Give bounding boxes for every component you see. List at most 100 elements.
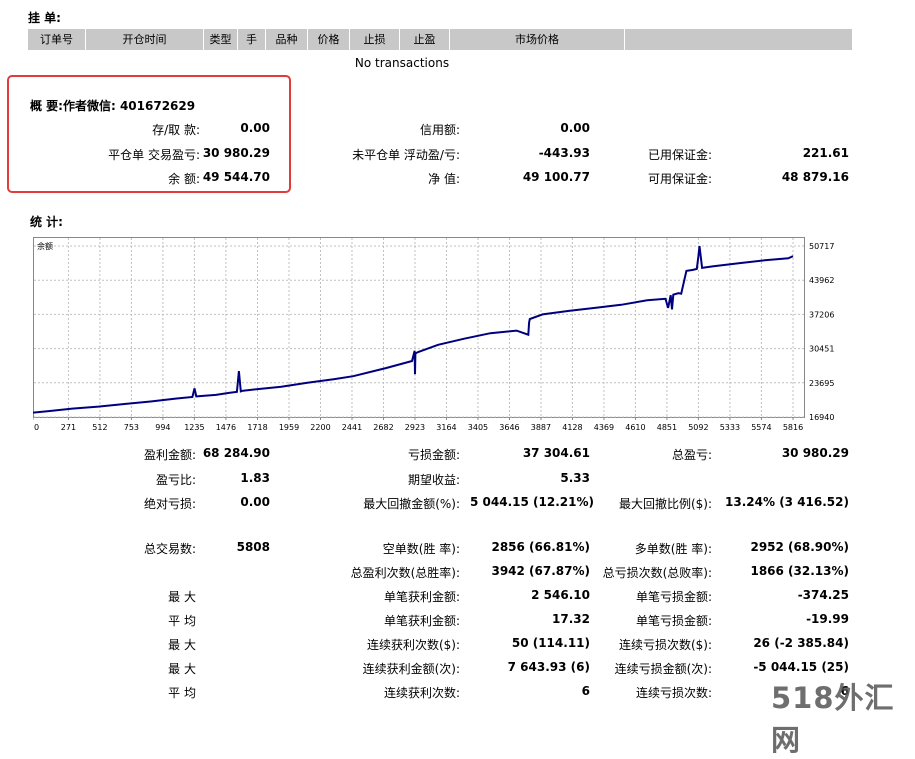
summary-label: 净 值: bbox=[428, 172, 460, 186]
y-tick-label: 50717 bbox=[809, 242, 834, 251]
stats-value: 37 304.61 bbox=[522, 446, 590, 460]
x-tick-label: 5574 bbox=[751, 423, 771, 432]
stats-label: 单笔亏损金额: bbox=[635, 614, 712, 628]
summary-label: 存/取 款: bbox=[152, 123, 200, 137]
stats-label: 总盈亏: bbox=[671, 448, 712, 462]
stats-value: 5 044.15 (12.21%) bbox=[470, 495, 594, 509]
stats-value: 68 284.90 bbox=[202, 446, 270, 460]
stats-value: 13.24% (3 416.52) bbox=[725, 495, 849, 509]
stats-label: 平 均 bbox=[168, 686, 196, 700]
x-tick-label: 4851 bbox=[657, 423, 677, 432]
x-tick-label: 2682 bbox=[373, 423, 393, 432]
summary-label: 余 额: bbox=[168, 172, 200, 186]
balance-chart: 余额 0 271 512 753 994 1235 1476 1718 1959 2200 2441… bbox=[32, 237, 851, 433]
stats-title: 统 计: bbox=[30, 215, 63, 229]
no-transactions-text: No transactions bbox=[354, 56, 450, 70]
column-header-lots[interactable]: 手 bbox=[238, 29, 266, 50]
stats-value: 6 bbox=[581, 684, 590, 698]
x-tick-label: 4128 bbox=[562, 423, 582, 432]
chart-title: 余额 bbox=[37, 241, 53, 251]
stats-value: 5.33 bbox=[560, 471, 590, 485]
y-tick-label: 30451 bbox=[809, 345, 834, 354]
stats-value: 50 (114.11) bbox=[511, 636, 590, 650]
x-tick-label: 3164 bbox=[436, 423, 456, 432]
stats-label: 连续亏损次数($): bbox=[618, 638, 712, 652]
stats-value: 1.83 bbox=[240, 471, 270, 485]
stats-value: -374.25 bbox=[797, 588, 849, 602]
orders-title: 挂 单: bbox=[28, 11, 61, 25]
stats-label: 期望收益: bbox=[407, 473, 460, 487]
stats-label: 最 大 bbox=[168, 662, 196, 676]
x-tick-label: 3887 bbox=[531, 423, 551, 432]
x-tick-label: 271 bbox=[61, 423, 76, 432]
column-header-take-profit[interactable]: 止盈 bbox=[400, 29, 450, 50]
x-tick-label: 5092 bbox=[688, 423, 708, 432]
stats-label: 平 均 bbox=[168, 614, 196, 628]
summary-value: 48 879.16 bbox=[781, 170, 849, 184]
stats-value: 2856 (66.81%) bbox=[491, 540, 590, 554]
column-header-symbol[interactable]: 品种 bbox=[266, 29, 308, 50]
x-tick-label: 994 bbox=[155, 423, 170, 432]
stats-label: 连续亏损次数: bbox=[635, 686, 712, 700]
x-tick-label: 753 bbox=[124, 423, 139, 432]
summary-value: 49 544.70 bbox=[202, 170, 270, 184]
x-tick-label: 3405 bbox=[468, 423, 488, 432]
column-header-open-time[interactable]: 开仓时间 bbox=[86, 29, 204, 50]
stats-label: 连续亏损金额(次): bbox=[614, 662, 712, 676]
column-header-market-price[interactable]: 市场价格 bbox=[450, 29, 625, 50]
summary-value: 0.00 bbox=[560, 121, 590, 135]
orders-header-row: 订单号 开仓时间 类型 手 品种 价格 止损 止盈 市场价格 bbox=[28, 29, 852, 50]
stats-label: 总盈利次数(总胜率): bbox=[350, 566, 460, 580]
summary-title: 概 要:作者微信: 401672629 bbox=[30, 99, 196, 113]
stats-label: 多单数(胜 率): bbox=[634, 542, 712, 556]
stats-label: 总交易数: bbox=[143, 542, 196, 556]
stats-label: 最 大 bbox=[168, 638, 196, 652]
x-tick-label: 2441 bbox=[342, 423, 362, 432]
summary-label: 平仓单 交易盈亏: bbox=[108, 148, 200, 162]
column-header-type[interactable]: 类型 bbox=[204, 29, 238, 50]
stats-value: -5 044.15 (25) bbox=[753, 660, 849, 674]
stats-label: 连续获利次数($): bbox=[366, 638, 460, 652]
y-tick-label: 23695 bbox=[809, 379, 834, 388]
x-tick-label: 1476 bbox=[216, 423, 236, 432]
column-header-order-id[interactable]: 订单号 bbox=[28, 29, 86, 50]
summary-value: 0.00 bbox=[240, 121, 270, 135]
summary-value: 49 100.77 bbox=[522, 170, 590, 184]
stats-label: 亏损金额: bbox=[407, 448, 460, 462]
stats-label: 连续获利金额(次): bbox=[362, 662, 460, 676]
column-header-blank bbox=[625, 29, 852, 50]
y-tick-label: 37206 bbox=[809, 310, 834, 319]
stats-label: 空单数(胜 率): bbox=[382, 542, 460, 556]
summary-value: -443.93 bbox=[538, 146, 590, 160]
stats-value: 7 643.93 (6) bbox=[507, 660, 590, 674]
x-tick-label: 2923 bbox=[405, 423, 425, 432]
stats-value: 0.00 bbox=[240, 495, 270, 509]
column-header-price[interactable]: 价格 bbox=[308, 29, 350, 50]
summary-label: 信用额: bbox=[419, 123, 460, 137]
stats-value: 1866 (32.13%) bbox=[750, 564, 849, 578]
x-tick-label: 2200 bbox=[310, 423, 330, 432]
stats-label: 总亏损次数(总败率): bbox=[602, 566, 712, 580]
x-tick-label: 1718 bbox=[247, 423, 267, 432]
x-tick-label: 4610 bbox=[625, 423, 645, 432]
stats-label: 盈利金额: bbox=[143, 448, 196, 462]
summary-value: 30 980.29 bbox=[202, 146, 270, 160]
x-tick-label: 0 bbox=[34, 423, 39, 432]
plot-area bbox=[33, 237, 805, 418]
summary-label: 已用保证金: bbox=[647, 148, 712, 162]
stats-label: 绝对亏损: bbox=[143, 497, 196, 511]
stats-label: 单笔获利金额: bbox=[383, 590, 460, 604]
x-tick-label: 1235 bbox=[184, 423, 204, 432]
balance-chart-svg: 余额 0 271 512 753 994 1235 1476 1718 1959 2200 2441… bbox=[32, 237, 834, 432]
stats-value: 30 980.29 bbox=[781, 446, 849, 460]
y-tick-label: 43962 bbox=[809, 276, 834, 285]
stats-value: 5808 bbox=[236, 540, 270, 554]
summary-label: 未平仓单 浮动盈/亏: bbox=[352, 148, 460, 162]
column-header-stop-loss[interactable]: 止损 bbox=[350, 29, 400, 50]
stats-label: 单笔获利金额: bbox=[383, 614, 460, 628]
watermark-logo: 518外汇网 bbox=[771, 681, 895, 757]
x-tick-label: 1959 bbox=[279, 423, 299, 432]
x-tick-label: 512 bbox=[92, 423, 107, 432]
summary-label: 可用保证金: bbox=[647, 172, 712, 186]
stats-value: 26 (-2 385.84) bbox=[753, 636, 849, 650]
